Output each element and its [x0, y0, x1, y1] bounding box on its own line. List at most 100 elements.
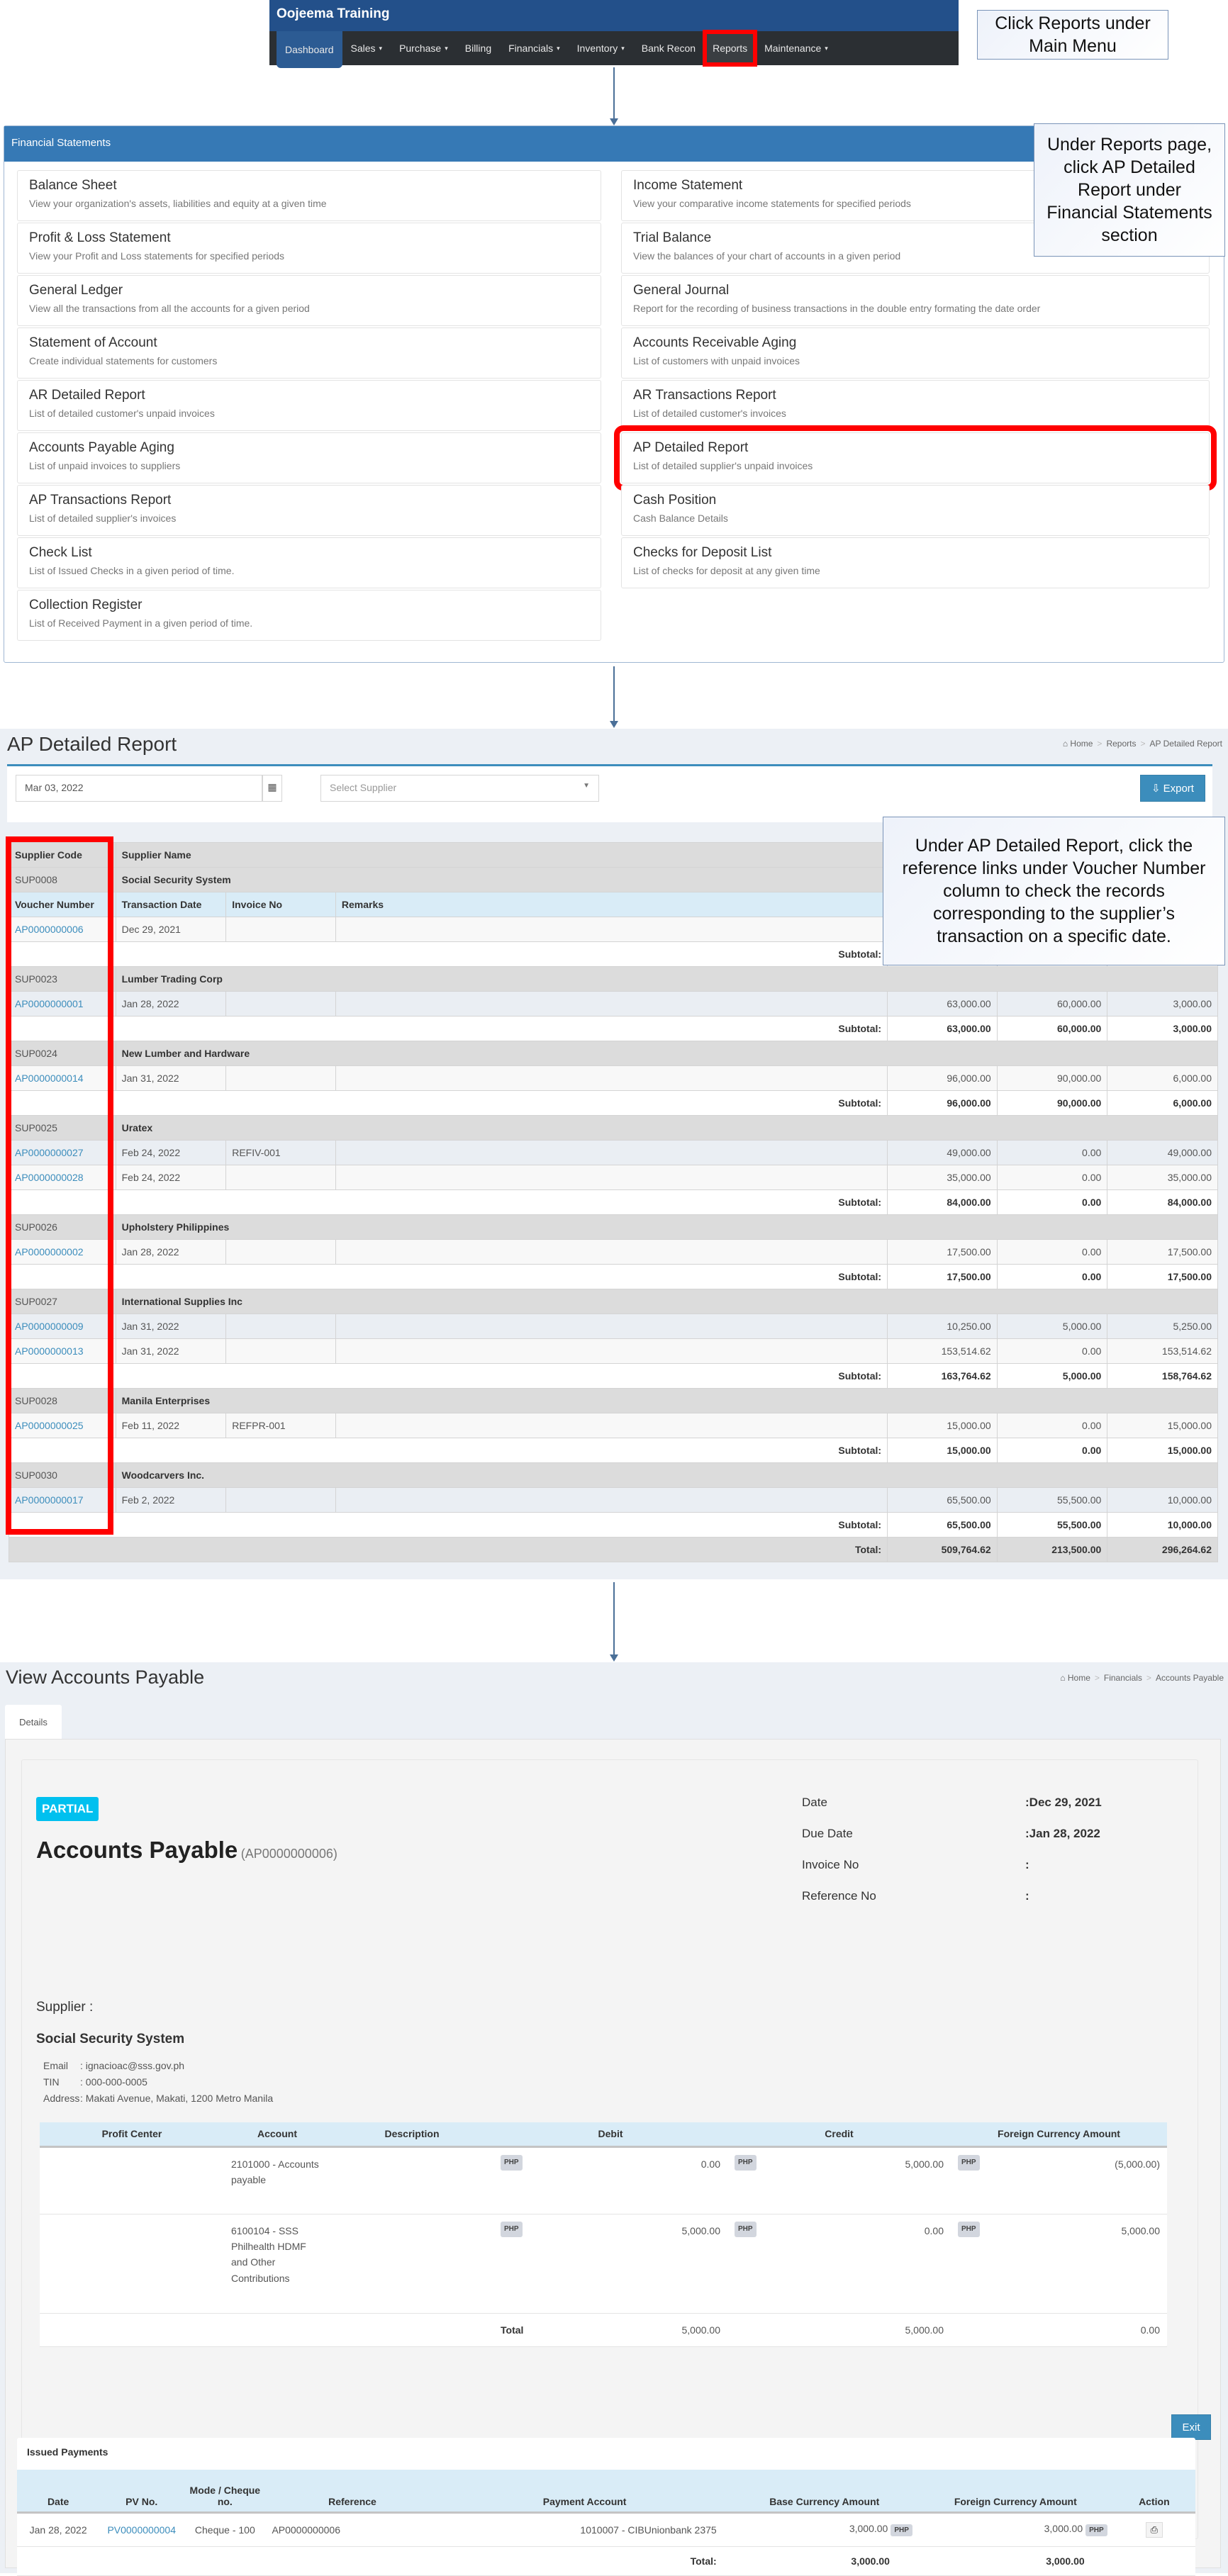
- column-header: Action: [1112, 2470, 1195, 2514]
- print-icon[interactable]: ⎙: [1145, 2521, 1163, 2538]
- breadcrumb-current: AP Detailed Report: [1149, 739, 1222, 749]
- detail-value: : ignacioac@sss.gov.ph: [80, 2060, 185, 2071]
- menu-bank-recon[interactable]: Bank Recon: [633, 31, 704, 65]
- total-label: Total:: [8, 1537, 888, 1562]
- foreign-amount: 3,000.00: [1044, 2523, 1083, 2534]
- supplier-detail-row: Address: Makati Avenue, Makati, 1200 Met…: [43, 2090, 273, 2107]
- subtotal-value: 10,000.00: [1107, 1512, 1218, 1538]
- breadcrumb-reports[interactable]: Reports: [1106, 739, 1136, 749]
- total-value: 213,500.00: [996, 1537, 1108, 1562]
- base-amount: 3,000.00: [849, 2523, 888, 2534]
- balance: 3,000.00: [1107, 991, 1218, 1017]
- report-card-ap-detailed-report[interactable]: AP Detailed Report List of detailed suppl…: [614, 425, 1217, 491]
- tab-details[interactable]: Details: [5, 1705, 62, 1739]
- transaction-date: Jan 28, 2022: [115, 1239, 227, 1265]
- remarks: [335, 1314, 888, 1339]
- calendar-icon[interactable]: ▦: [262, 775, 282, 802]
- report-card-check-list[interactable]: Check List List of Issued Checks in a giv…: [17, 537, 601, 588]
- caret-down-icon: ▼: [583, 782, 590, 790]
- report-card-profit-loss-statement[interactable]: Profit & Loss Statement View your Profit …: [17, 223, 601, 274]
- supplier-select[interactable]: Select Supplier ▼: [320, 775, 599, 802]
- column-header: Profit Center: [40, 2122, 224, 2148]
- subtotal-value: 90,000.00: [996, 1090, 1108, 1116]
- report-title: Check List: [29, 545, 92, 560]
- report-card-cash-position[interactable]: Cash Position Cash Balance Details: [621, 485, 1210, 536]
- breadcrumb-home[interactable]: Home: [1070, 739, 1093, 749]
- report-card-accounts-receivable-aging[interactable]: Accounts Receivable Aging List of custome…: [621, 327, 1210, 379]
- supplier-detail-row: Email: ignacioac@sss.gov.ph: [43, 2058, 273, 2074]
- menu-financials[interactable]: Financials ▾: [500, 31, 569, 65]
- report-card-accounts-payable-aging[interactable]: Accounts Payable Aging List of unpaid inv…: [17, 432, 601, 483]
- menu-inventory[interactable]: Inventory ▾: [569, 31, 633, 65]
- currency-badge: PHP: [735, 2154, 757, 2171]
- report-card-ar-detailed-report[interactable]: AR Detailed Report List of detailed custo…: [17, 380, 601, 431]
- report-card-statement-of-account[interactable]: Statement of Account Create individual st…: [17, 327, 601, 379]
- date-input[interactable]: Mar 03, 2022: [16, 775, 262, 802]
- menu-purchase[interactable]: Purchase ▾: [391, 31, 457, 65]
- column-header: Remarks: [335, 892, 888, 917]
- page-title: View Accounts Payable: [6, 1667, 205, 1688]
- subtotal-value: 0.00: [996, 1189, 1108, 1215]
- report-card-checks-for-deposit-list[interactable]: Checks for Deposit List List of checks fo…: [621, 537, 1210, 588]
- dashboard-icon: ⌂: [1062, 739, 1068, 749]
- report-card-ap-transactions-report[interactable]: AP Transactions Report List of detailed s…: [17, 485, 601, 536]
- journal-total-row: Total 5,000.00 5,000.00 0.00: [40, 2313, 1167, 2347]
- page-title: AP Detailed Report: [7, 733, 177, 755]
- subtotal-value: 0.00: [996, 1264, 1108, 1289]
- export-label: Export: [1163, 782, 1194, 795]
- menu-maintenance[interactable]: Maintenance ▾: [756, 31, 837, 65]
- exit-button[interactable]: Exit: [1171, 2414, 1211, 2440]
- report-card-general-ledger[interactable]: General Ledger View all the transactions …: [17, 275, 601, 326]
- amount-value: 5,000.00: [1121, 2224, 1161, 2236]
- table-row: AP0000000009 Jan 31, 2022 10,250.00 5,000.0…: [9, 1314, 1218, 1339]
- report-card-general-journal[interactable]: General Journal Report for the recording …: [621, 275, 1210, 326]
- pv-link[interactable]: PV0000000004: [107, 2524, 176, 2536]
- total-cell: Total 5,000.00: [493, 2313, 727, 2347]
- amount: 65,500.00: [887, 1487, 998, 1513]
- menu-dashboard[interactable]: Dashboard: [277, 31, 342, 68]
- report-card-ar-transactions-report[interactable]: AR Transactions Report List of detailed c…: [621, 380, 1210, 431]
- subtotal-value: 96,000.00: [887, 1090, 998, 1116]
- report-card-collection-register[interactable]: Collection Register List of Received Paym…: [17, 590, 601, 641]
- supplier-name: Lumber Trading Corp: [115, 966, 1219, 992]
- dashboard-icon: ⌂: [1060, 1673, 1066, 1683]
- amount-value: 0.00: [700, 2158, 720, 2170]
- callout-step-2: Under Reports page, click AP Detailed Re…: [1034, 123, 1225, 257]
- subtotal-value: 15,000.00: [1107, 1438, 1218, 1463]
- report-description: List of unpaid invoices to suppliers: [29, 460, 181, 471]
- payment-account: 1010007 - CIBUnionbank 2375: [438, 2512, 731, 2547]
- breadcrumb-financials[interactable]: Financials: [1104, 1673, 1142, 1683]
- payment-mode: Cheque - 100: [184, 2512, 267, 2547]
- column-header: Invoice No: [225, 892, 336, 917]
- report-title: Collection Register: [29, 598, 143, 612]
- report-description: List of detailed supplier's invoices: [29, 513, 177, 524]
- report-card-balance-sheet[interactable]: Balance Sheet View your organization's as…: [17, 170, 601, 221]
- menu-billing[interactable]: Billing: [457, 31, 500, 65]
- callout-step-1: Click Reports under Main Menu: [977, 10, 1168, 60]
- breadcrumb-home[interactable]: Home: [1068, 1673, 1090, 1683]
- currency-badge: PHP: [501, 2154, 523, 2171]
- report-description: List of detailed supplier's unpaid invoi…: [633, 460, 813, 471]
- supplier-name: International Supplies Inc: [115, 1289, 1219, 1314]
- subtotal-row: Subtotal: 96,000.00 90,000.00 6,000.00: [8, 1090, 1218, 1116]
- menu-reports[interactable]: Reports: [703, 30, 758, 67]
- meta-label: Date: [802, 1796, 827, 1809]
- table-row: AP0000000025 Feb 11, 2022 REFPR-001 15,000.…: [9, 1413, 1218, 1438]
- subtotal-row: Subtotal: 17,500.00 0.00 17,500.00: [8, 1264, 1218, 1289]
- supplier-detail-row: TIN: 000-000-0005: [43, 2074, 273, 2090]
- caret-down-icon: ▾: [621, 44, 625, 52]
- subtotal-value: 63,000.00: [887, 1016, 998, 1041]
- caret-down-icon: ▾: [379, 44, 383, 52]
- document-title-text: Accounts Payable: [36, 1837, 238, 1863]
- subtotal-label: Subtotal:: [8, 1016, 888, 1041]
- amount-value: (5,000.00): [1115, 2158, 1160, 2170]
- caret-down-icon: ▾: [557, 44, 560, 52]
- menu-sales[interactable]: Sales ▾: [342, 31, 391, 65]
- report-title: AR Detailed Report: [29, 388, 145, 403]
- document-meta: Date:Dec 29, 2021 Due Date:Jan 28, 2022 In…: [802, 1796, 1156, 1920]
- export-button[interactable]: ⇩ Export: [1140, 775, 1205, 802]
- highlight-voucher-column: [6, 836, 113, 1535]
- app-brand[interactable]: Oojeema Training: [269, 0, 959, 31]
- issued-payments-title: Issued Payments: [17, 2438, 1195, 2470]
- amount: 63,000.00: [887, 991, 998, 1017]
